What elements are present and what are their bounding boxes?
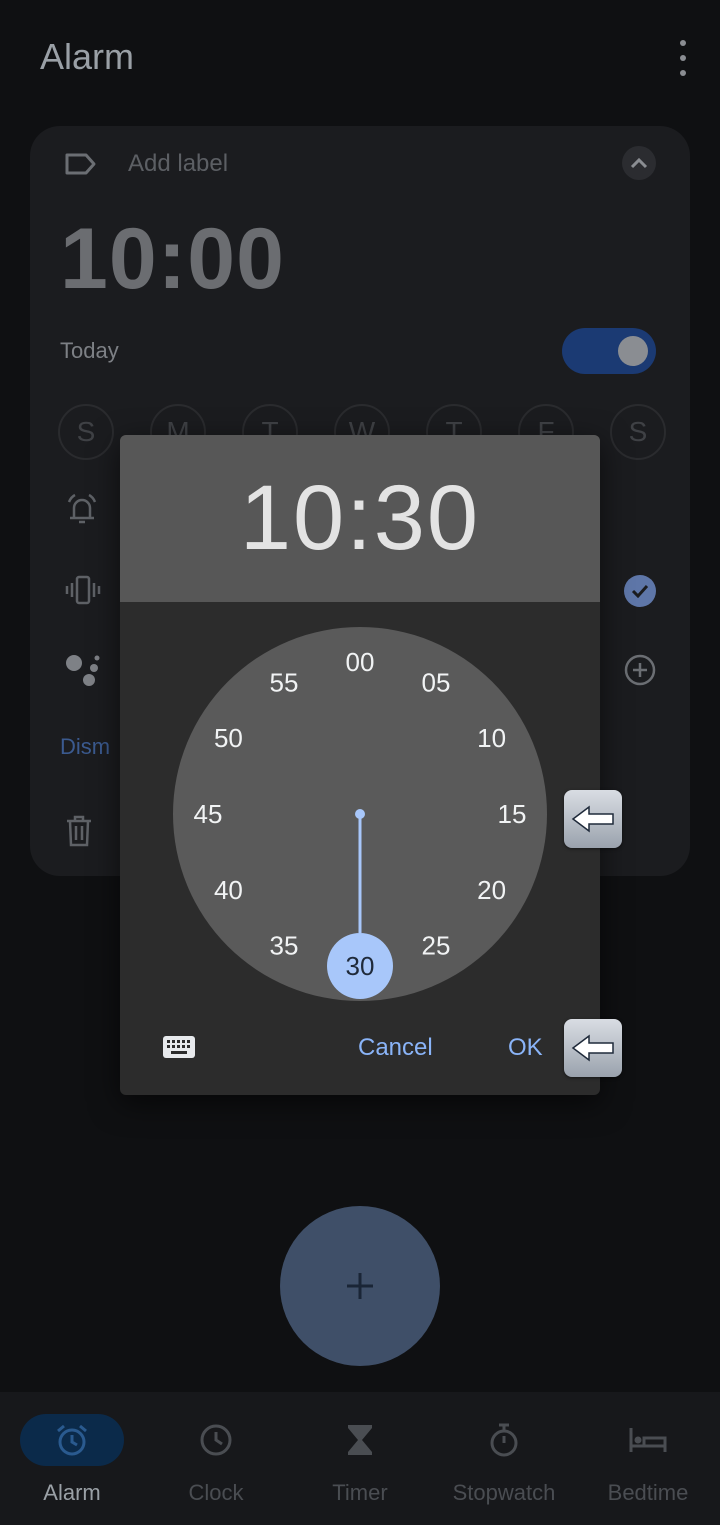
nav-alarm-label: Alarm	[43, 1480, 101, 1505]
minute-label-05[interactable]: 05	[422, 667, 451, 697]
more-options-icon[interactable]	[672, 40, 694, 76]
nav-timer-label: Timer	[332, 1480, 388, 1505]
minute-label-50[interactable]: 50	[214, 723, 243, 753]
picked-time[interactable]: 10:30	[240, 466, 480, 571]
minute-label-00[interactable]: 00	[346, 647, 375, 677]
vibrate-checkbox[interactable]	[624, 575, 656, 607]
chevron-up-icon	[630, 157, 648, 169]
add-alarm-button[interactable]	[280, 1206, 440, 1366]
time-picker-header: 10:30	[120, 435, 600, 602]
arrow-left-icon	[571, 805, 614, 833]
arrow-left-icon	[571, 1034, 614, 1062]
minute-label-15[interactable]: 15	[498, 799, 527, 829]
toggle-knob	[618, 336, 648, 366]
nav-stopwatch[interactable]: Stopwatch	[432, 1392, 576, 1525]
add-label-text: Add label	[128, 150, 229, 177]
arrow-annotation-ok	[564, 1019, 622, 1077]
time-picker-dialog: 10:30 00 05 10 15 20 25 30 35 40 45 50 55 Cancel OK	[120, 435, 600, 1095]
alarm-time[interactable]: 10:00	[60, 210, 285, 309]
nav-stopwatch-pill	[452, 1414, 556, 1466]
ok-button[interactable]: OK	[508, 1034, 543, 1062]
plus-icon	[347, 1273, 373, 1299]
nav-bedtime[interactable]: Bedtime	[576, 1392, 720, 1525]
check-icon	[631, 584, 649, 598]
day-sunday[interactable]: S	[58, 404, 114, 460]
nav-clock-pill	[164, 1414, 268, 1466]
nav-alarm-pill	[20, 1414, 124, 1466]
nav-bedtime-label: Bedtime	[607, 1480, 689, 1505]
arrow-annotation-dial	[564, 790, 622, 848]
vibrate-icon[interactable]	[64, 574, 102, 606]
minute-label-25[interactable]: 25	[422, 931, 451, 961]
minute-label-45[interactable]: 45	[194, 799, 223, 829]
alarm-icon	[57, 1424, 87, 1456]
google-assistant-icon[interactable]	[64, 650, 104, 690]
bed-icon	[629, 1428, 667, 1452]
dialog-actions: Cancel OK	[120, 1020, 600, 1080]
bottom-nav: Alarm Clock Timer Stopwatch Bedtime	[0, 1392, 720, 1525]
nav-timer-pill	[308, 1414, 412, 1466]
minute-label-35[interactable]: 35	[270, 931, 299, 961]
minute-dial[interactable]: 00 05 10 15 20 25 30 35 40 45 50 55	[120, 602, 600, 1020]
minute-label-30[interactable]: 30	[346, 951, 375, 981]
stopwatch-icon	[490, 1423, 518, 1457]
clock-icon	[200, 1424, 232, 1456]
collapse-button[interactable]	[622, 146, 656, 180]
minute-label-10[interactable]: 10	[477, 723, 506, 753]
alarm-toggle[interactable]	[562, 328, 656, 374]
dial-center	[355, 809, 365, 819]
minute-label-20[interactable]: 20	[477, 875, 506, 905]
add-circle-icon[interactable]	[624, 654, 656, 686]
alarm-schedule: Today	[60, 338, 119, 363]
nav-timer[interactable]: Timer	[288, 1392, 432, 1525]
minute-label-55[interactable]: 55	[270, 667, 299, 697]
nav-alarm[interactable]: Alarm	[0, 1392, 144, 1525]
nav-clock[interactable]: Clock	[144, 1392, 288, 1525]
hourglass-icon	[348, 1425, 372, 1455]
label-row[interactable]: Add label	[64, 150, 228, 178]
page-title: Alarm	[40, 36, 135, 77]
cancel-button[interactable]: Cancel	[358, 1034, 433, 1062]
nav-stopwatch-label: Stopwatch	[452, 1480, 556, 1505]
keyboard-icon[interactable]	[162, 1034, 196, 1060]
nav-bedtime-pill	[596, 1414, 700, 1466]
alarm-screen: Alarm Add label 10:00 Today S M T W T F …	[0, 0, 720, 1525]
dismiss-link[interactable]: Dism	[60, 734, 110, 760]
minute-label-40[interactable]: 40	[214, 875, 243, 905]
day-saturday[interactable]: S	[610, 404, 666, 460]
nav-clock-label: Clock	[188, 1480, 244, 1505]
delete-icon[interactable]	[64, 814, 94, 848]
label-tag-icon	[65, 153, 96, 175]
alarm-bell-icon[interactable]	[64, 492, 100, 528]
